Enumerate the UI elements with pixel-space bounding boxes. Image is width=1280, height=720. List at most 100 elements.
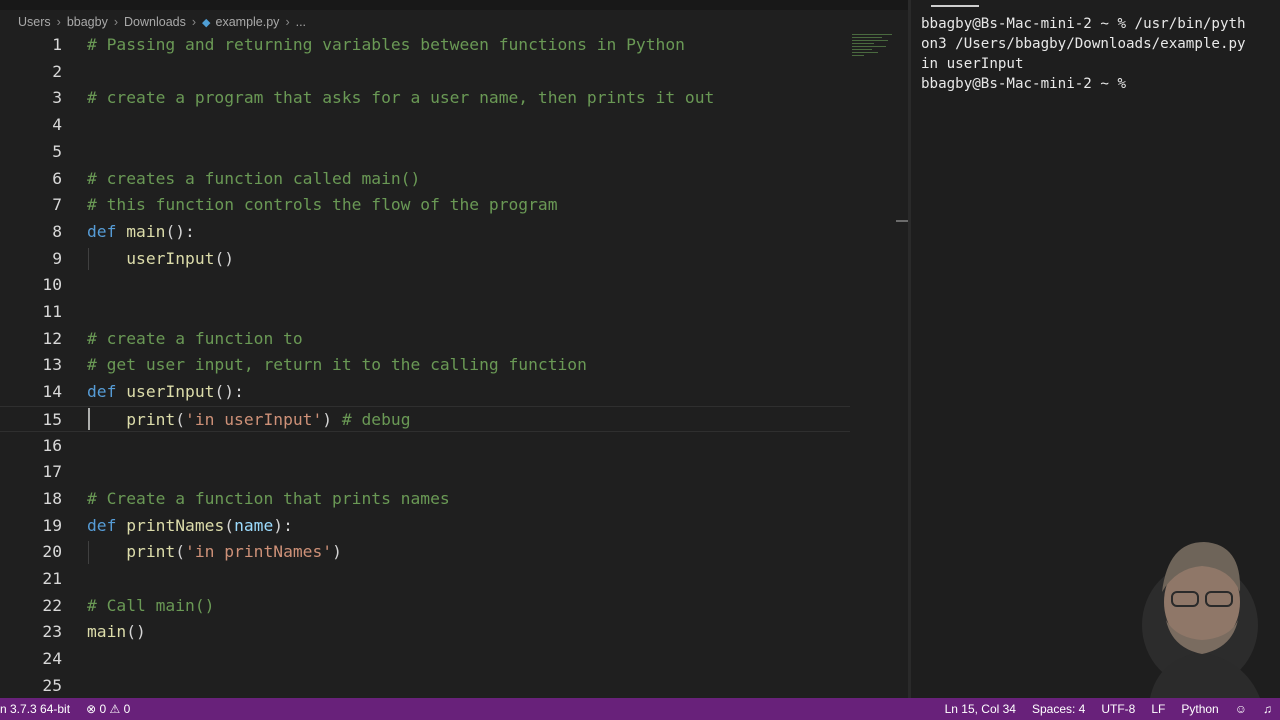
line-number: 22 [42, 595, 62, 615]
code-token: # creates a function called main() [87, 168, 421, 188]
code-token: (): [165, 221, 195, 241]
code-line[interactable]: 16 [0, 433, 850, 460]
chevron-right-icon: › [191, 15, 197, 29]
code-line[interactable]: 22 # Call main() [0, 593, 850, 620]
encoding-setting[interactable]: UTF-8 [1093, 702, 1143, 716]
line-text[interactable]: # Call main() [87, 593, 214, 620]
terminal-line: in userInput [921, 56, 1024, 72]
code-line[interactable]: 24 [0, 646, 850, 673]
line-text[interactable]: # create a program that asks for a user … [87, 85, 714, 112]
error-count: 0 [99, 702, 107, 716]
line-number: 24 [42, 649, 62, 669]
scrollbar-thumb[interactable] [896, 220, 908, 222]
code-line[interactable]: 13 # get user input, return it to the cal… [0, 352, 850, 379]
code-line[interactable]: 12 # create a function to [0, 326, 850, 353]
code-token: name [234, 515, 274, 535]
terminal-line: bbagby@Bs-Mac-mini-2 ~ % /usr/bin/pyth [921, 16, 1246, 32]
warning-icon: ⚠ [109, 702, 121, 716]
minimap[interactable] [852, 34, 896, 64]
indentation-setting[interactable]: Spaces: 4 [1024, 702, 1093, 716]
breadcrumb: Users › bbagby › Downloads › ◆ example.p… [0, 12, 908, 32]
breadcrumb-item-downloads[interactable]: Downloads [124, 15, 186, 29]
code-token: # Create a function that prints names [87, 488, 450, 508]
line-text[interactable]: # get user input, return it to the calli… [87, 352, 587, 379]
line-number: 21 [42, 569, 62, 588]
terminal-prompt[interactable]: bbagby@Bs-Mac-mini-2 ~ % [921, 76, 1135, 92]
code-line[interactable]: 11 [0, 299, 850, 326]
line-text[interactable]: # Passing and returning variables betwee… [87, 32, 685, 59]
code-line[interactable]: 15 print('in userInput') # debug [0, 405, 850, 434]
code-line[interactable]: 1 # Passing and returning variables betwe… [0, 32, 850, 59]
code-line[interactable]: 19 def printNames(name): [0, 513, 850, 540]
bell-icon[interactable]: ♫ [1255, 702, 1280, 716]
line-text[interactable]: def main(): [87, 219, 195, 246]
code-token: # Passing and returning variables betwee… [87, 35, 685, 54]
code-token: (): [214, 382, 244, 402]
code-line[interactable]: 3 # create a program that asks for a user… [0, 85, 850, 112]
code-token: def [87, 515, 117, 535]
code-line[interactable]: 9 userInput() [0, 246, 850, 273]
code-token: # create a program that asks for a user … [87, 88, 715, 108]
breadcrumb-item-bbagby[interactable]: bbagby [67, 15, 108, 29]
chevron-right-icon: › [113, 15, 119, 29]
line-text[interactable]: userInput() [87, 246, 234, 273]
line-text[interactable]: # this function controls the flow of the… [87, 192, 558, 219]
code-line[interactable]: 7 # this function controls the flow of th… [0, 192, 850, 219]
tab-bar-strip [0, 0, 908, 10]
line-number: 6 [52, 168, 62, 188]
code-line[interactable]: 5 [0, 139, 850, 166]
line-number: 20 [42, 542, 62, 562]
line-number: 8 [52, 221, 62, 241]
code-line[interactable]: 2 [0, 59, 850, 86]
code-line[interactable]: 25 [0, 673, 850, 698]
line-text[interactable]: # Create a function that prints names [87, 486, 450, 513]
breadcrumb-item-users[interactable]: Users [18, 15, 51, 29]
cursor-position[interactable]: Ln 15, Col 34 [937, 702, 1024, 716]
code-line[interactable]: 20 print('in printNames') [0, 539, 850, 566]
problems-indicator[interactable]: ⊗ 0 ⚠ 0 [78, 702, 138, 716]
code-token: # this function controls the flow of the… [87, 195, 558, 215]
code-token: userInput [126, 382, 215, 402]
line-text[interactable]: print('in printNames') [87, 539, 342, 566]
code-line[interactable]: 10 [0, 272, 850, 299]
line-number: 23 [42, 622, 62, 642]
editor-pane[interactable]: Users › bbagby › Downloads › ◆ example.p… [0, 0, 908, 698]
eol-setting[interactable]: LF [1143, 702, 1173, 716]
code-token: # create a function to [87, 328, 303, 348]
line-number: 18 [42, 488, 62, 508]
code-line[interactable]: 4 [0, 112, 850, 139]
code-token: ( [224, 515, 235, 535]
line-number: 3 [52, 88, 62, 108]
code-line[interactable]: 21 [0, 566, 850, 593]
line-number: 12 [42, 328, 62, 348]
warning-count: 0 [123, 702, 131, 716]
line-text[interactable]: # create a function to [87, 326, 303, 353]
code-token: def [87, 221, 117, 241]
line-text[interactable]: # creates a function called main() [87, 166, 420, 193]
code-token: # Call main() [87, 595, 215, 615]
line-text[interactable]: main() [87, 619, 146, 646]
language-mode[interactable]: Python [1173, 702, 1226, 716]
feedback-icon[interactable]: ☺ [1227, 702, 1255, 716]
line-text[interactable]: print('in userInput') # debug [87, 407, 410, 434]
code-line[interactable]: 23 main() [0, 619, 850, 646]
python-file-icon: ◆ [202, 16, 211, 29]
code-line[interactable]: 8 def main(): [0, 219, 850, 246]
code-token: printNames [126, 515, 225, 535]
line-number: 1 [52, 35, 62, 54]
line-text[interactable]: def printNames(name): [87, 513, 293, 540]
code-line[interactable]: 6 # creates a function called main() [0, 166, 850, 193]
breadcrumb-item-symbols[interactable]: ... [296, 15, 306, 29]
line-number: 5 [52, 141, 62, 161]
line-text[interactable]: def userInput(): [87, 379, 244, 406]
line-number: 11 [42, 302, 62, 321]
code-line[interactable]: 17 [0, 459, 850, 486]
code-line[interactable]: 18 # Create a function that prints names [0, 486, 850, 513]
breadcrumb-item-file[interactable]: example.py [216, 15, 280, 29]
terminal-tab-indicator [931, 5, 979, 7]
python-interpreter[interactable]: n 3.7.3 64-bit [0, 702, 78, 716]
code-line[interactable]: 14 def userInput(): [0, 379, 850, 406]
chevron-right-icon: › [285, 15, 290, 29]
